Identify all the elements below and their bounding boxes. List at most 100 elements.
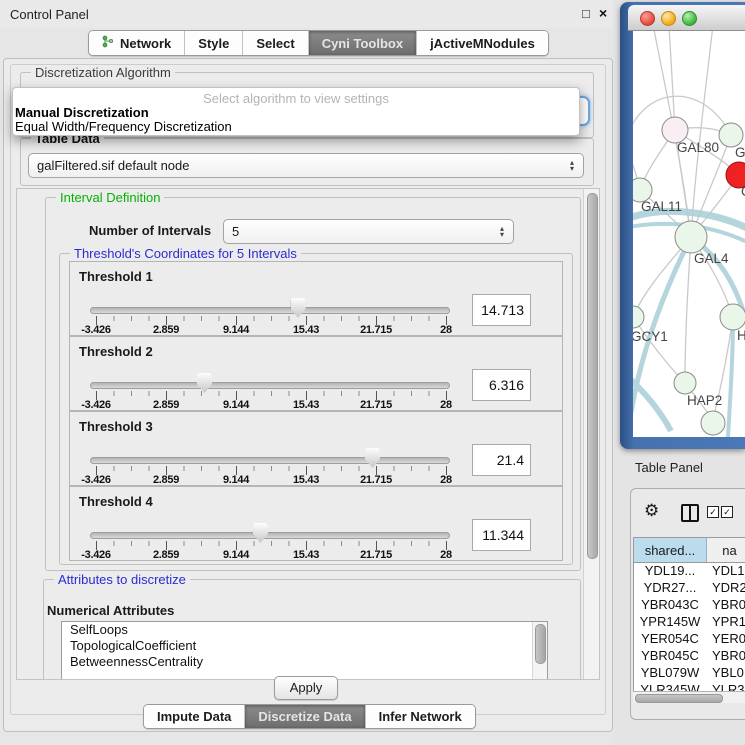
node-label: H [737,328,745,343]
table-data-combobox[interactable]: galFiltered.sif default node ▴▾ [28,153,584,178]
network-icon [102,35,114,51]
table-header-shared[interactable]: shared... [634,538,707,562]
table-scrollbar-thumb[interactable] [635,694,723,703]
threshold-value-field[interactable] [472,369,531,401]
table-row[interactable]: YPR145WYPR1 [634,614,745,631]
network-node[interactable] [633,306,644,328]
attribute-item[interactable]: TopologicalCoefficient [62,638,547,654]
numerical-attributes-list[interactable]: SelfLoopsTopologicalCoefficientBetweenne… [61,621,548,680]
scale-label: 28 [440,324,452,336]
network-node[interactable] [675,221,707,253]
network-node[interactable] [719,123,743,147]
spinner-value: 5 [232,224,239,239]
tab-network[interactable]: Network [89,31,185,55]
network-node[interactable] [701,411,725,435]
settings-scrollbar[interactable] [583,189,599,679]
table-cell: YBR043C [634,597,706,614]
dropdown-option-equal-width[interactable]: Equal Width/Frequency Discretization [15,119,232,134]
group-title: Discretization Algorithm [31,65,175,80]
table-row[interactable]: YBR043CYBR0 [634,597,745,614]
node-label: C [741,184,745,199]
close-traffic-light-icon[interactable] [640,11,655,26]
table-row[interactable]: YBR045CYBR0 [634,648,745,665]
table-cell: YBL0 [706,665,745,682]
tab-discretize-data[interactable]: Discretize Data [245,705,365,728]
tab-label: jActiveMNodules [430,36,535,51]
table-horizontal-scrollbar[interactable] [633,691,745,703]
scale-label: 28 [440,474,452,486]
tab-infer-network[interactable]: Infer Network [366,705,475,728]
tab-label: Select [256,36,294,51]
table-cell: YBR0 [706,597,745,614]
scale-label: -3.426 [81,549,110,561]
table-cell: YDL1 [706,563,745,580]
tab-style[interactable]: Style [185,31,243,55]
threshold-value-field[interactable] [472,519,531,551]
attribute-item[interactable]: BetweennessCentrality [62,654,547,670]
table-cell: YBL079W [634,665,706,682]
number-of-intervals-spinner[interactable]: 5 ▴▾ [223,219,514,244]
table-row[interactable]: YBL079WYBL0 [634,665,745,682]
control-panel-titlebar: Control Panel □ × [0,0,618,28]
dropdown-option-manual-discretization[interactable]: Manual Discretization [15,105,149,120]
apply-button[interactable]: Apply [274,676,338,700]
threshold-row: Threshold 1 -3.4262.8599.14415.4321.7152… [69,261,563,336]
gear-icon[interactable]: ⚙ [644,501,659,521]
scale-label: 2.859 [153,324,179,336]
scale-label: 21.715 [360,324,392,336]
checkbox-checked-icon[interactable]: ✓ [707,506,719,518]
screen: { "window": {"title": "Control Panel", "… [0,0,745,745]
table-row[interactable]: YDL19...YDL1 [634,563,745,580]
scale-label: -3.426 [81,324,110,336]
tab-impute-data[interactable]: Impute Data [144,705,245,728]
tab-jactivemnodules[interactable]: jActiveMNodules [417,31,548,55]
dropdown-placeholder-item[interactable]: Select algorithm to view settings [13,91,579,106]
table-cell: YER054C [634,631,706,648]
checkbox-checked-icon[interactable]: ✓ [721,506,733,518]
node-label: GCY1 [633,329,668,344]
scale-label: 28 [440,399,452,411]
network-window-titlebar [628,5,745,31]
table-cell: YBR0 [706,648,745,665]
table-header-name[interactable]: na [707,538,745,562]
scale-label: 21.715 [360,399,392,411]
table-row[interactable]: YDR27...YDR2 [634,580,745,597]
zoom-traffic-light-icon[interactable] [682,11,697,26]
scale-label: 9.144 [223,549,249,561]
group-title: Attributes to discretize [54,572,190,587]
scale-label: 15.43 [293,324,319,336]
table-cell: YBR045C [634,648,706,665]
threshold-value-field[interactable] [472,294,531,326]
network-canvas[interactable]: GAL80 GA C GAL11 GAL4 GCY1 H HAP2 [633,31,745,437]
spinner-arrows-icon[interactable]: ▴▾ [500,226,504,238]
scale-label: 15.43 [293,549,319,561]
settings-scrollbar-thumb[interactable] [587,193,598,559]
table-panel-title: Table Panel [635,460,703,475]
node-label: GA [735,145,745,160]
tab-label: Network [120,36,171,51]
node-table: shared... na YDL19...YDL1YDR27...YDR2YBR… [633,537,745,702]
float-window-icon[interactable]: □ [582,6,590,21]
scale-label: 2.859 [153,549,179,561]
list-scrollbar-thumb[interactable] [535,624,546,664]
scale-label: 2.859 [153,474,179,486]
threshold-value-field[interactable] [472,444,531,476]
network-node[interactable] [720,304,745,330]
group-title: Interval Definition [56,190,164,205]
network-node[interactable] [674,372,696,394]
number-of-intervals-label: Number of Intervals [89,223,211,238]
list-scrollbar[interactable] [532,622,547,680]
table-cell: YDR2 [706,580,745,597]
spinner-arrows-icon[interactable]: ▴▾ [570,160,574,172]
close-icon[interactable]: × [599,5,607,21]
columns-icon[interactable] [681,504,699,522]
threshold-row: Threshold 2 -3.4262.8599.14415.4321.7152… [69,336,563,411]
tab-cyni-toolbox[interactable]: Cyni Toolbox [309,31,417,55]
table-cell: YPR145W [634,614,706,631]
tab-label: Impute Data [157,709,231,724]
minimize-traffic-light-icon[interactable] [661,11,676,26]
scale-label: -3.426 [81,474,110,486]
table-row[interactable]: YER054CYER0 [634,631,745,648]
attribute-item[interactable]: SelfLoops [62,622,547,638]
tab-select[interactable]: Select [243,31,308,55]
